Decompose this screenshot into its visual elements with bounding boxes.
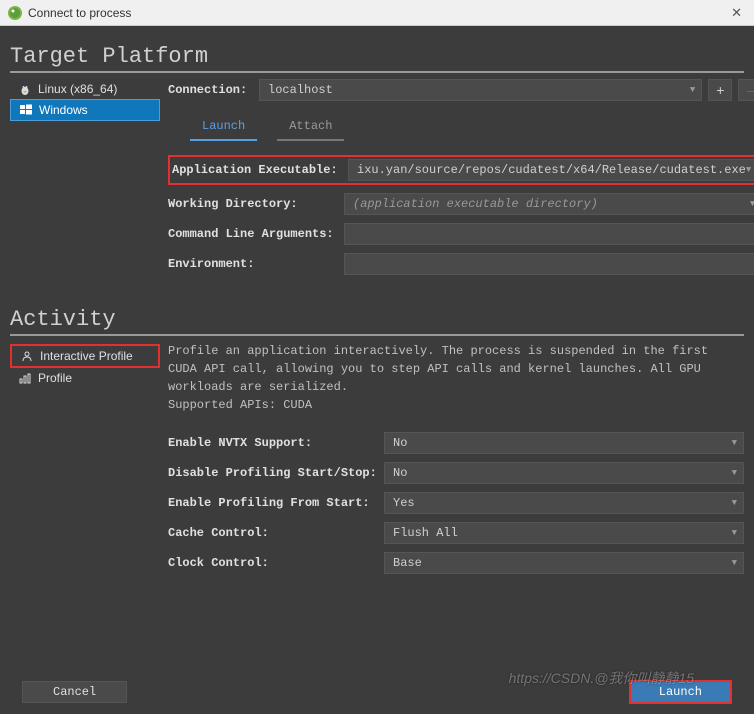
option-value: No bbox=[393, 466, 407, 480]
sidebar-item-linux[interactable]: Linux (x86_64) bbox=[10, 79, 160, 99]
connection-value: localhost bbox=[268, 83, 333, 97]
cache-control-combo[interactable]: Flush All ▼ bbox=[384, 522, 744, 544]
option-label: Enable NVTX Support: bbox=[168, 436, 378, 450]
section-activity: Activity bbox=[10, 307, 744, 336]
env-combo[interactable]: ▼ bbox=[344, 253, 754, 275]
chevron-down-icon: ▼ bbox=[732, 528, 737, 538]
option-value: Yes bbox=[393, 496, 415, 510]
nvtx-combo[interactable]: No ▼ bbox=[384, 432, 744, 454]
exe-combo[interactable]: ixu.yan/source/repos/cudatest/x64/Releas… bbox=[348, 159, 754, 181]
sidebar-item-windows[interactable]: Windows bbox=[10, 99, 160, 121]
cancel-button[interactable]: Cancel bbox=[22, 681, 127, 703]
activity-description: Profile an application interactively. Th… bbox=[168, 342, 744, 414]
workdir-combo[interactable]: (application executable directory) ▼ bbox=[344, 193, 754, 215]
activity-sidebar: Interactive Profile Profile bbox=[10, 342, 160, 582]
linux-icon bbox=[18, 82, 32, 96]
option-label: Clock Control: bbox=[168, 556, 378, 570]
sidebar-item-label: Linux (x86_64) bbox=[38, 82, 117, 96]
section-target-platform: Target Platform bbox=[10, 44, 744, 73]
exe-value: ixu.yan/source/repos/cudatest/x64/Releas… bbox=[357, 163, 746, 177]
chevron-down-icon: ▼ bbox=[690, 85, 695, 95]
sidebar-item-profile[interactable]: Profile bbox=[10, 368, 160, 388]
tab-attach[interactable]: Attach bbox=[277, 115, 344, 141]
interactive-profile-icon bbox=[20, 349, 34, 363]
platform-sidebar: Linux (x86_64) Windows bbox=[10, 79, 160, 283]
launch-button[interactable]: Launch bbox=[629, 680, 732, 704]
sidebar-item-label: Interactive Profile bbox=[40, 349, 133, 363]
connection-combo[interactable]: localhost ▼ bbox=[259, 79, 702, 101]
tabs: Launch Attach bbox=[168, 109, 754, 141]
args-combo[interactable]: ▼ bbox=[344, 223, 754, 245]
workdir-label: Working Directory: bbox=[168, 197, 338, 211]
chevron-down-icon: ▼ bbox=[750, 199, 754, 209]
option-label: Disable Profiling Start/Stop: bbox=[168, 466, 378, 480]
args-label: Command Line Arguments: bbox=[168, 227, 338, 241]
option-value: Flush All bbox=[393, 526, 458, 540]
windows-icon bbox=[19, 103, 33, 117]
profile-icon bbox=[18, 371, 32, 385]
chevron-down-icon: ▼ bbox=[732, 558, 737, 568]
chevron-down-icon: ▼ bbox=[746, 165, 751, 175]
add-connection-button[interactable]: + bbox=[708, 79, 732, 101]
tab-launch[interactable]: Launch bbox=[190, 115, 257, 141]
workdir-placeholder: (application executable directory) bbox=[353, 197, 598, 211]
option-value: Base bbox=[393, 556, 422, 570]
env-label: Environment: bbox=[168, 257, 338, 271]
sidebar-item-interactive-profile[interactable]: Interactive Profile bbox=[10, 344, 160, 368]
option-value: No bbox=[393, 436, 407, 450]
close-icon[interactable]: ✕ bbox=[727, 5, 746, 21]
exe-label: Application Executable: bbox=[172, 163, 342, 177]
clock-control-combo[interactable]: Base ▼ bbox=[384, 552, 744, 574]
enable-profiling-combo[interactable]: Yes ▼ bbox=[384, 492, 744, 514]
bottom-bar: Cancel Launch bbox=[0, 670, 754, 714]
sidebar-item-label: Profile bbox=[38, 371, 72, 385]
title-bar: Connect to process ✕ bbox=[0, 0, 754, 26]
chevron-down-icon: ▼ bbox=[732, 468, 737, 478]
highlight-app-exe: Application Executable: ixu.yan/source/r… bbox=[168, 155, 754, 185]
option-label: Enable Profiling From Start: bbox=[168, 496, 378, 510]
connection-label: Connection: bbox=[168, 83, 253, 97]
app-icon bbox=[8, 6, 22, 20]
window-title: Connect to process bbox=[28, 6, 131, 20]
disable-profiling-combo[interactable]: No ▼ bbox=[384, 462, 744, 484]
chevron-down-icon: ▼ bbox=[732, 498, 737, 508]
option-label: Cache Control: bbox=[168, 526, 378, 540]
remove-connection-button[interactable]: – bbox=[738, 79, 754, 101]
sidebar-item-label: Windows bbox=[39, 103, 88, 117]
chevron-down-icon: ▼ bbox=[732, 438, 737, 448]
